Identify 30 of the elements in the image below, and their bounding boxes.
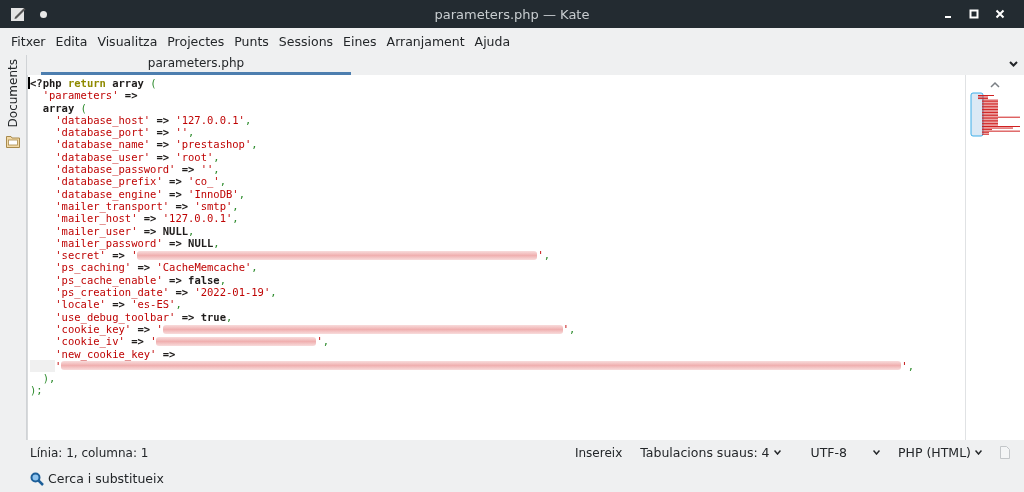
- folder-icon: [6, 135, 20, 149]
- caret-icon: [975, 450, 982, 455]
- minimap-drawing[interactable]: [970, 92, 1020, 137]
- pin-button[interactable]: [40, 10, 47, 18]
- menu-item[interactable]: Fitxer: [6, 34, 51, 49]
- indentation-dropdown[interactable]: Tabulacions suaus: 4: [640, 445, 781, 460]
- caret-icon: [873, 450, 880, 455]
- code-editor[interactable]: <?php return array ( 'parameters' => array ( 'database_host' => '127.0.0.1', 'database_port' => '', 'database_name' => 'prestashop', 'database_user' => 'root', 'database_password' => '', 'database_prefix' => 'co_', 'database_engine' => 'InnoDB', 'mailer_transport' => 'smtp', 'mailer_host' => '127.0.0.1', 'mailer_user' => NULL, 'mailer_password' => NULL, 'secret' => ' ', 'ps_caching' => 'CacheMemcache', 'ps_cache_enable' => false, 'ps_creation_date' => '2022-01-19', 'locale' => 'es-ES', 'use_debug_toolbar' => true, 'cookie_key' => ' ', 'cookie_iv' => ' ', 'new_cookie_key' => ' ', ), );: [27, 75, 965, 440]
- window-title: parameters.php — Kate: [434, 6, 590, 22]
- maximize-icon[interactable]: [968, 8, 980, 20]
- scroll-up-icon[interactable]: [990, 81, 1000, 88]
- notepad-pencil-icon: [10, 6, 26, 22]
- sidebar-tab[interactable]: Documents: [4, 57, 22, 130]
- menu-item[interactable]: Arranjament: [381, 34, 470, 49]
- menu-item[interactable]: Ajuda: [469, 34, 516, 49]
- menu-item[interactable]: Eines: [338, 34, 382, 49]
- input-mode[interactable]: Insereix: [574, 445, 623, 460]
- menu-item[interactable]: Projectes: [162, 34, 230, 49]
- menu-item[interactable]: Edita: [50, 34, 93, 49]
- caret-icon: [773, 450, 781, 455]
- close-icon[interactable]: [994, 8, 1006, 20]
- search-replace-button[interactable]: Cerca i substitueix: [30, 471, 164, 486]
- cursor-position[interactable]: Línia: 1, columna: 1: [30, 445, 149, 460]
- chevron-down-icon[interactable]: [1009, 61, 1018, 67]
- encoding-dropdown[interactable]: UTF-8: [810, 445, 880, 460]
- menu-item[interactable]: Visualitza: [92, 34, 163, 49]
- search-icon: [30, 471, 44, 486]
- syntax-dropdown[interactable]: PHP (HTML): [898, 445, 982, 460]
- menu-item[interactable]: Punts: [229, 34, 274, 49]
- menu-item[interactable]: Sessions: [273, 34, 339, 49]
